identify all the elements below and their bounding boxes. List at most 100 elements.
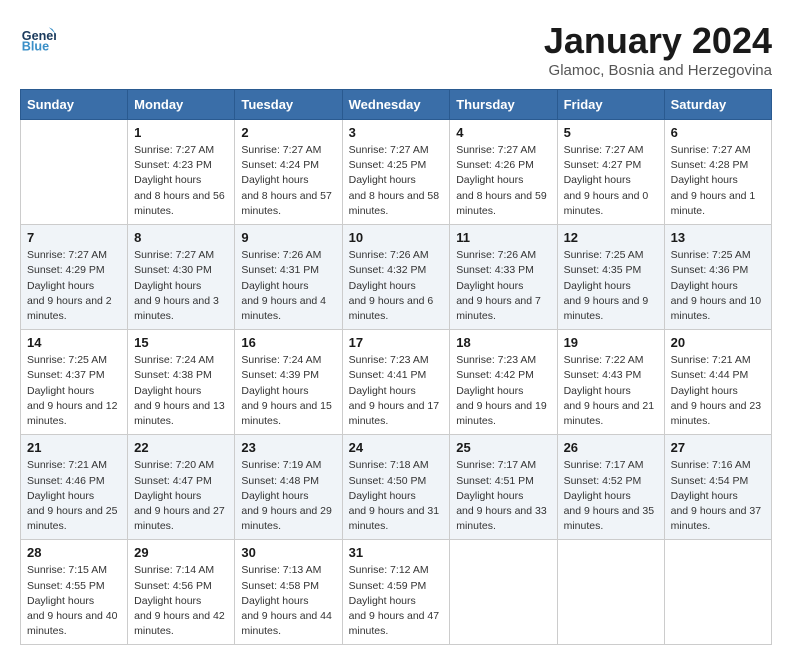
- calendar-cell: 23 Sunrise: 7:19 AMSunset: 4:48 PMDayligh…: [235, 435, 342, 540]
- title-area: January 2024 Glamoc, Bosnia and Herzegov…: [544, 20, 772, 79]
- calendar-cell: 9 Sunrise: 7:26 AMSunset: 4:31 PMDaylight…: [235, 225, 342, 330]
- weekday-header: Thursday: [450, 90, 557, 120]
- day-number: 11: [456, 230, 550, 245]
- day-number: 19: [564, 335, 658, 350]
- weekday-header: Wednesday: [342, 90, 450, 120]
- day-number: 5: [564, 125, 658, 140]
- day-number: 18: [456, 335, 550, 350]
- calendar-week-row: 7 Sunrise: 7:27 AMSunset: 4:29 PMDaylight…: [21, 225, 772, 330]
- weekday-header: Tuesday: [235, 90, 342, 120]
- day-info: Sunrise: 7:21 AMSunset: 4:46 PMDaylight …: [27, 458, 121, 534]
- day-number: 20: [671, 335, 765, 350]
- calendar-week-row: 14 Sunrise: 7:25 AMSunset: 4:37 PMDayligh…: [21, 330, 772, 435]
- day-info: Sunrise: 7:27 AMSunset: 4:23 PMDaylight …: [134, 143, 228, 219]
- day-info: Sunrise: 7:26 AMSunset: 4:31 PMDaylight …: [241, 248, 335, 324]
- weekday-header: Friday: [557, 90, 664, 120]
- day-info: Sunrise: 7:20 AMSunset: 4:47 PMDaylight …: [134, 458, 228, 534]
- calendar-cell: [557, 540, 664, 645]
- calendar-cell: 10Sunrise: 7:26 AMSunset: 4:32 PMDayligh…: [342, 225, 450, 330]
- day-info: Sunrise: 7:18 AMSunset: 4:50 PMDaylight …: [349, 458, 444, 534]
- month-title: January 2024: [544, 20, 772, 62]
- calendar-cell: 17 Sunrise: 7:23 AMSunset: 4:41 PMDayligh…: [342, 330, 450, 435]
- calendar-week-row: 1 Sunrise: 7:27 AMSunset: 4:23 PMDaylight…: [21, 120, 772, 225]
- calendar-cell: 14 Sunrise: 7:25 AMSunset: 4:37 PMDayligh…: [21, 330, 128, 435]
- day-info: Sunrise: 7:23 AMSunset: 4:41 PMDaylight …: [349, 353, 444, 429]
- logo: General Blue: [20, 20, 56, 56]
- day-info: Sunrise: 7:26 AMSunset: 4:33 PMDaylight …: [456, 248, 550, 324]
- calendar-cell: 13 Sunrise: 7:25 AMSunset: 4:36 PMDayligh…: [664, 225, 771, 330]
- day-number: 27: [671, 440, 765, 455]
- calendar-cell: 15 Sunrise: 7:24 AMSunset: 4:38 PMDayligh…: [128, 330, 235, 435]
- calendar-cell: 21 Sunrise: 7:21 AMSunset: 4:46 PMDayligh…: [21, 435, 128, 540]
- day-number: 8: [134, 230, 228, 245]
- day-info: Sunrise: 7:13 AMSunset: 4:58 PMDaylight …: [241, 563, 335, 639]
- logo-icon: General Blue: [20, 20, 56, 56]
- calendar-cell: 22 Sunrise: 7:20 AMSunset: 4:47 PMDayligh…: [128, 435, 235, 540]
- location: Glamoc, Bosnia and Herzegovina: [544, 62, 772, 79]
- day-info: Sunrise: 7:19 AMSunset: 4:48 PMDaylight …: [241, 458, 335, 534]
- day-number: 16: [241, 335, 335, 350]
- day-number: 24: [349, 440, 444, 455]
- calendar-cell: [664, 540, 771, 645]
- calendar-cell: 26Sunrise: 7:17 AMSunset: 4:52 PMDayligh…: [557, 435, 664, 540]
- day-info: Sunrise: 7:27 AMSunset: 4:25 PMDaylight …: [349, 143, 444, 219]
- day-number: 21: [27, 440, 121, 455]
- weekday-header: Monday: [128, 90, 235, 120]
- day-number: 17: [349, 335, 444, 350]
- day-number: 23: [241, 440, 335, 455]
- day-number: 22: [134, 440, 228, 455]
- day-number: 15: [134, 335, 228, 350]
- day-number: 9: [241, 230, 335, 245]
- day-number: 28: [27, 545, 121, 560]
- day-info: Sunrise: 7:26 AMSunset: 4:32 PMDaylight …: [349, 248, 444, 324]
- calendar-cell: 25 Sunrise: 7:17 AMSunset: 4:51 PMDayligh…: [450, 435, 557, 540]
- calendar-cell: [21, 120, 128, 225]
- day-info: Sunrise: 7:16 AMSunset: 4:54 PMDaylight …: [671, 458, 765, 534]
- day-number: 13: [671, 230, 765, 245]
- day-number: 7: [27, 230, 121, 245]
- calendar-cell: 3 Sunrise: 7:27 AMSunset: 4:25 PMDaylight…: [342, 120, 450, 225]
- day-info: Sunrise: 7:25 AMSunset: 4:36 PMDaylight …: [671, 248, 765, 324]
- weekday-header: Sunday: [21, 90, 128, 120]
- calendar-cell: 11 Sunrise: 7:26 AMSunset: 4:33 PMDayligh…: [450, 225, 557, 330]
- calendar-cell: 7 Sunrise: 7:27 AMSunset: 4:29 PMDaylight…: [21, 225, 128, 330]
- weekday-header-row: SundayMondayTuesdayWednesdayThursdayFrid…: [21, 90, 772, 120]
- calendar-week-row: 21 Sunrise: 7:21 AMSunset: 4:46 PMDayligh…: [21, 435, 772, 540]
- svg-text:Blue: Blue: [22, 40, 49, 54]
- day-number: 1: [134, 125, 228, 140]
- calendar-cell: 18 Sunrise: 7:23 AMSunset: 4:42 PMDayligh…: [450, 330, 557, 435]
- calendar-cell: 4Sunrise: 7:27 AMSunset: 4:26 PMDaylight…: [450, 120, 557, 225]
- calendar-cell: 27 Sunrise: 7:16 AMSunset: 4:54 PMDayligh…: [664, 435, 771, 540]
- calendar-cell: 12Sunrise: 7:25 AMSunset: 4:35 PMDayligh…: [557, 225, 664, 330]
- day-number: 14: [27, 335, 121, 350]
- calendar-cell: 29Sunrise: 7:14 AMSunset: 4:56 PMDayligh…: [128, 540, 235, 645]
- calendar-cell: 20 Sunrise: 7:21 AMSunset: 4:44 PMDayligh…: [664, 330, 771, 435]
- day-info: Sunrise: 7:23 AMSunset: 4:42 PMDaylight …: [456, 353, 550, 429]
- day-info: Sunrise: 7:17 AMSunset: 4:51 PMDaylight …: [456, 458, 550, 534]
- day-info: Sunrise: 7:27 AMSunset: 4:28 PMDaylight …: [671, 143, 765, 219]
- calendar-cell: 8 Sunrise: 7:27 AMSunset: 4:30 PMDaylight…: [128, 225, 235, 330]
- day-info: Sunrise: 7:25 AMSunset: 4:35 PMDaylight …: [564, 248, 658, 324]
- calendar-cell: 24 Sunrise: 7:18 AMSunset: 4:50 PMDayligh…: [342, 435, 450, 540]
- calendar-cell: 6 Sunrise: 7:27 AMSunset: 4:28 PMDaylight…: [664, 120, 771, 225]
- day-info: Sunrise: 7:15 AMSunset: 4:55 PMDaylight …: [27, 563, 121, 639]
- day-info: Sunrise: 7:27 AMSunset: 4:29 PMDaylight …: [27, 248, 121, 324]
- calendar-cell: [450, 540, 557, 645]
- page-header: General Blue January 2024 Glamoc, Bosnia…: [20, 20, 772, 79]
- day-number: 30: [241, 545, 335, 560]
- day-number: 31: [349, 545, 444, 560]
- day-number: 26: [564, 440, 658, 455]
- day-number: 3: [349, 125, 444, 140]
- day-info: Sunrise: 7:22 AMSunset: 4:43 PMDaylight …: [564, 353, 658, 429]
- day-number: 6: [671, 125, 765, 140]
- day-number: 25: [456, 440, 550, 455]
- day-info: Sunrise: 7:25 AMSunset: 4:37 PMDaylight …: [27, 353, 121, 429]
- day-info: Sunrise: 7:27 AMSunset: 4:30 PMDaylight …: [134, 248, 228, 324]
- day-number: 2: [241, 125, 335, 140]
- day-info: Sunrise: 7:27 AMSunset: 4:27 PMDaylight …: [564, 143, 658, 219]
- day-number: 29: [134, 545, 228, 560]
- day-info: Sunrise: 7:24 AMSunset: 4:38 PMDaylight …: [134, 353, 228, 429]
- calendar-table: SundayMondayTuesdayWednesdayThursdayFrid…: [20, 89, 772, 645]
- day-info: Sunrise: 7:27 AMSunset: 4:24 PMDaylight …: [241, 143, 335, 219]
- day-info: Sunrise: 7:21 AMSunset: 4:44 PMDaylight …: [671, 353, 765, 429]
